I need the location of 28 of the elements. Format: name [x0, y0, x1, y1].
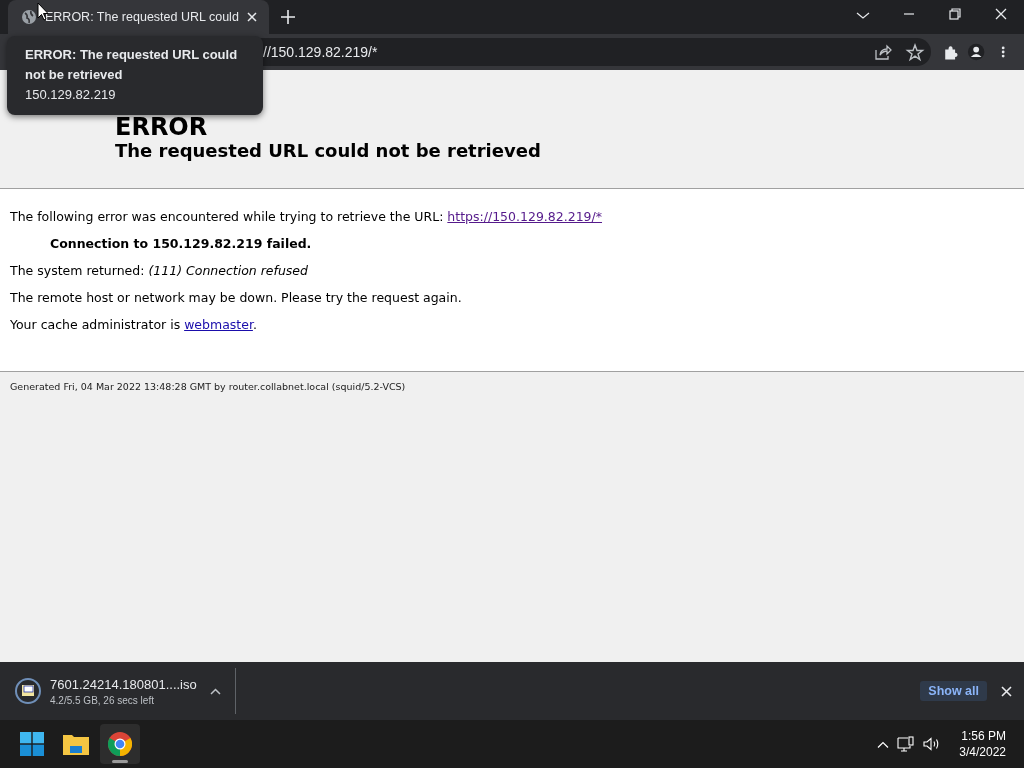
folder-icon: [63, 733, 89, 755]
tooltip-host: 150.129.82.219: [25, 86, 117, 104]
error-heading: ERROR: [115, 116, 209, 138]
system-message: The system returned: (111) Connection refused: [10, 263, 309, 279]
error-message: The following error was encountered while trying to retrieve the URL: https://150.129.82.219/*: [10, 209, 603, 225]
failure-message: Connection to 150.129.82.219 failed.: [49, 236, 313, 252]
chevron-up-icon[interactable]: [210, 687, 221, 695]
download-status: 4.2/5.5 GB, 26 secs left: [50, 694, 155, 706]
url-link[interactable]: https://150.129.82.219/*: [447, 209, 602, 224]
show-all-button[interactable]: Show all: [920, 681, 987, 701]
footer-text: Generated Fri, 04 Mar 2022 13:48:28 GMT by router.collabnet.local (squid/5.2-VCS): [9, 380, 407, 394]
globe-icon: [21, 9, 37, 25]
clock-date: 3/4/2022: [959, 744, 1006, 760]
admin-message: Your cache administrator is webmaster.: [10, 317, 258, 333]
download-filename: 7601.24214.180801....iso: [50, 676, 198, 692]
clock-time: 1:56 PM: [961, 728, 1006, 744]
network-icon[interactable]: [897, 736, 916, 752]
new-tab-icon[interactable]: [280, 10, 295, 24]
taskbar-app[interactable]: [100, 724, 140, 764]
browser-tab[interactable]: ERROR: The requested URL could: [8, 0, 269, 34]
start-icon: [20, 732, 44, 756]
error-subheading: The requested URL could not be retrieved: [115, 140, 542, 162]
iso-file-icon: [14, 677, 42, 705]
close-icon[interactable]: [246, 12, 257, 22]
webmaster-link[interactable]: webmaster: [184, 317, 253, 332]
chrome-icon: [108, 732, 132, 756]
close-icon[interactable]: [1001, 685, 1012, 697]
hint-message: The remote host or network may be down. Please try the request again.: [10, 290, 463, 306]
